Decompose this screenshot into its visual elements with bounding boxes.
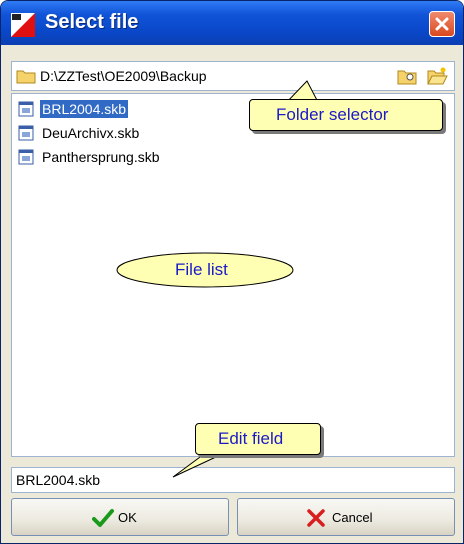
file-list-callout-text: File list (175, 260, 228, 279)
select-file-dialog: Select file D:\ZZTest\OE2009\Backup BRL2… (0, 0, 464, 544)
edit-field-callout: Edit field (195, 423, 321, 455)
folder-selector-callout-text: Folder selector (276, 105, 389, 124)
folder-selector-callout: Folder selector (249, 99, 443, 131)
edit-field-callout-text: Edit field (218, 429, 284, 448)
